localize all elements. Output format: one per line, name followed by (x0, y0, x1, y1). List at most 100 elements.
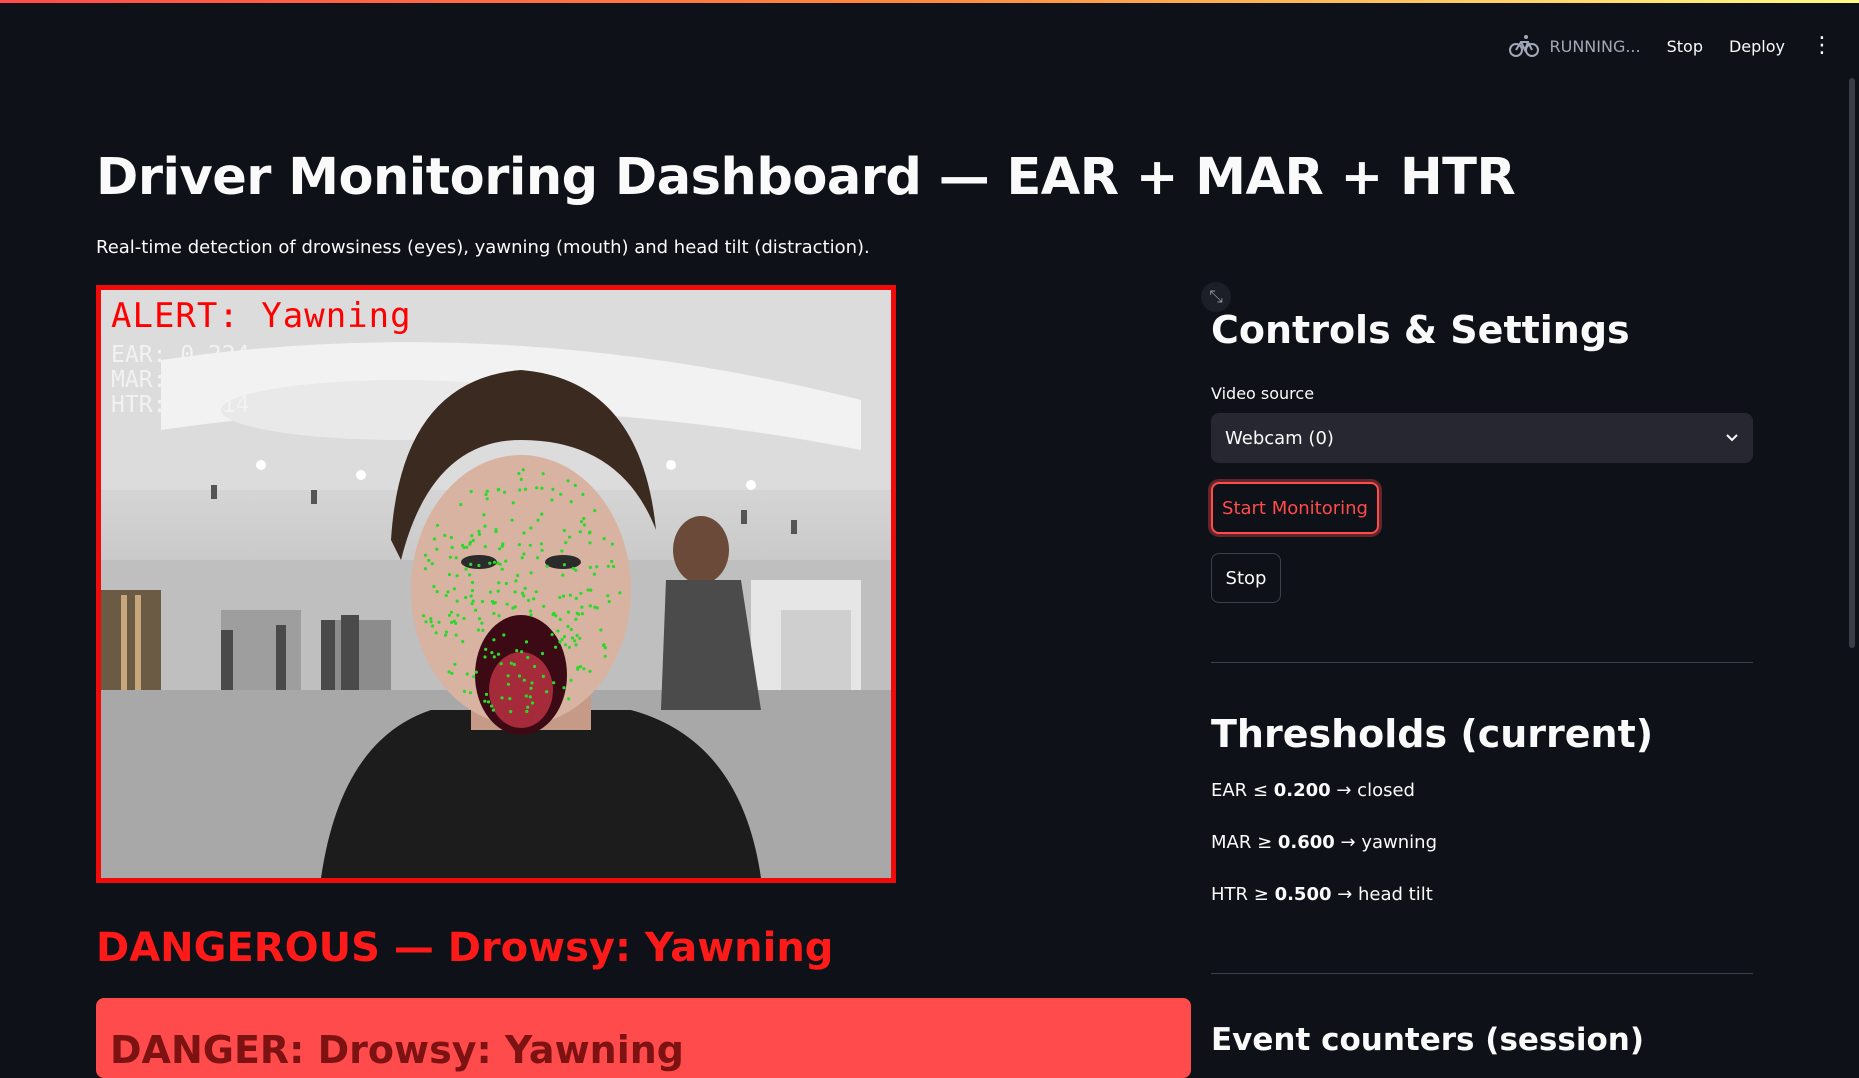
face-landmark-point (556, 629, 560, 633)
face-landmark-point (481, 628, 485, 632)
face-landmark-point (536, 518, 540, 522)
face-landmark-point (592, 572, 596, 576)
face-landmark-point (455, 599, 459, 603)
face-landmark-point (523, 487, 528, 491)
face-landmark-point (435, 590, 439, 594)
face-landmark-point (512, 662, 516, 667)
running-bicycle-icon (1509, 35, 1540, 57)
face-landmark-point (508, 697, 512, 701)
start-monitoring-button[interactable]: Start Monitoring (1211, 482, 1379, 534)
threshold-mar-prefix: MAR ≥ (1211, 832, 1278, 853)
page-scrollbar[interactable] (1849, 78, 1855, 648)
face-landmark-point (488, 561, 492, 565)
face-landmark-point (432, 584, 436, 589)
threshold-mar: MAR ≥ 0.600 → yawning (1211, 832, 1437, 853)
face-landmark-point (453, 662, 457, 666)
face-landmark-point (573, 483, 577, 487)
face-landmark-point (511, 606, 515, 610)
face-landmark-point (482, 513, 486, 517)
face-landmark-point (483, 545, 487, 549)
face-landmark-point (484, 692, 489, 696)
video-htr-readout: HTR: 0.114 (111, 392, 250, 418)
face-landmark-point (522, 594, 526, 598)
face-landmark-point (435, 523, 440, 527)
face-landmark-point (558, 617, 562, 622)
face-landmark-point (521, 468, 525, 472)
face-landmark-point (528, 543, 532, 547)
face-landmark-point (524, 640, 529, 644)
face-landmark-point (580, 605, 584, 609)
face-landmark-point (468, 573, 472, 577)
face-landmark-point (468, 691, 473, 695)
face-landmark-point (567, 697, 571, 701)
face-landmark-point (568, 535, 572, 539)
face-landmark-point (444, 594, 448, 598)
threshold-ear-prefix: EAR ≤ (1211, 780, 1274, 801)
face-landmark-point (469, 594, 473, 598)
face-landmark-point (558, 640, 562, 644)
running-status: RUNNING... (1509, 34, 1641, 58)
face-landmark-point (506, 674, 510, 678)
face-landmark-point (588, 530, 592, 534)
face-landmark-point (447, 670, 451, 674)
face-landmark-point (450, 545, 454, 550)
face-landmark-point (443, 533, 447, 537)
face-landmark-point (465, 545, 469, 549)
face-landmark-point (586, 588, 590, 592)
face-landmark-point (552, 681, 556, 685)
face-landmark-point (526, 598, 531, 603)
face-landmark-point (472, 675, 476, 679)
face-landmark-point (582, 523, 586, 527)
face-landmark-point (502, 633, 506, 637)
face-landmark-point (485, 489, 489, 493)
face-landmark-point (602, 537, 606, 541)
face-landmark-point (469, 489, 473, 494)
face-landmark-point (464, 567, 468, 571)
face-landmark-point (498, 547, 502, 551)
face-landmark-point (550, 633, 554, 637)
face-landmark-point (429, 620, 433, 624)
header-stop-button[interactable]: Stop (1667, 37, 1703, 56)
face-landmark-point (575, 611, 579, 615)
face-landmark-point (424, 620, 428, 624)
face-landmark-point (569, 678, 573, 682)
kebab-menu-icon[interactable]: ⋮ (1811, 35, 1833, 57)
video-source-select[interactable]: Webcam (0) (1211, 413, 1753, 463)
face-landmark-point (563, 643, 568, 647)
face-landmark-point (452, 587, 456, 591)
face-landmark-point (469, 562, 473, 566)
face-landmark-point (559, 492, 563, 496)
face-landmark-point (550, 498, 554, 502)
face-landmark-point (447, 613, 451, 617)
face-landmark-point (477, 617, 482, 621)
face-landmark-point (562, 563, 566, 567)
face-landmark-point (525, 709, 529, 714)
face-landmark-point (588, 565, 592, 569)
face-landmark-point (494, 528, 498, 532)
video-source-label: Video source (1211, 384, 1315, 403)
face-landmark-point (535, 486, 539, 490)
threshold-htr-value: 0.500 (1274, 884, 1332, 905)
danger-alert-box: DANGER: Drowsy: Yawning (96, 998, 1191, 1078)
face-landmark-point (509, 661, 513, 665)
face-landmark-point (569, 627, 573, 632)
face-landmark-point (500, 567, 504, 571)
video-mar-readout: MAR: 1.419 (111, 367, 250, 393)
deploy-button[interactable]: Deploy (1729, 37, 1785, 56)
face-landmark-point (523, 586, 527, 590)
face-landmark-point (522, 531, 526, 535)
face-landmark-point (528, 695, 532, 699)
face-landmark-point (570, 636, 575, 640)
divider (1211, 973, 1753, 974)
face-landmark-point (516, 573, 520, 578)
face-landmark-point (612, 564, 616, 569)
face-landmark-point (522, 552, 526, 556)
threshold-mar-suffix: → yawning (1334, 832, 1438, 853)
face-landmark-point (562, 635, 567, 639)
stop-button[interactable]: Stop (1211, 553, 1281, 603)
face-landmark-point (518, 488, 522, 492)
face-landmark-point (593, 509, 597, 513)
face-landmark-point (595, 565, 599, 569)
event-counters-title: Event counters (session) (1211, 1022, 1644, 1058)
face-landmark-point (540, 486, 544, 490)
